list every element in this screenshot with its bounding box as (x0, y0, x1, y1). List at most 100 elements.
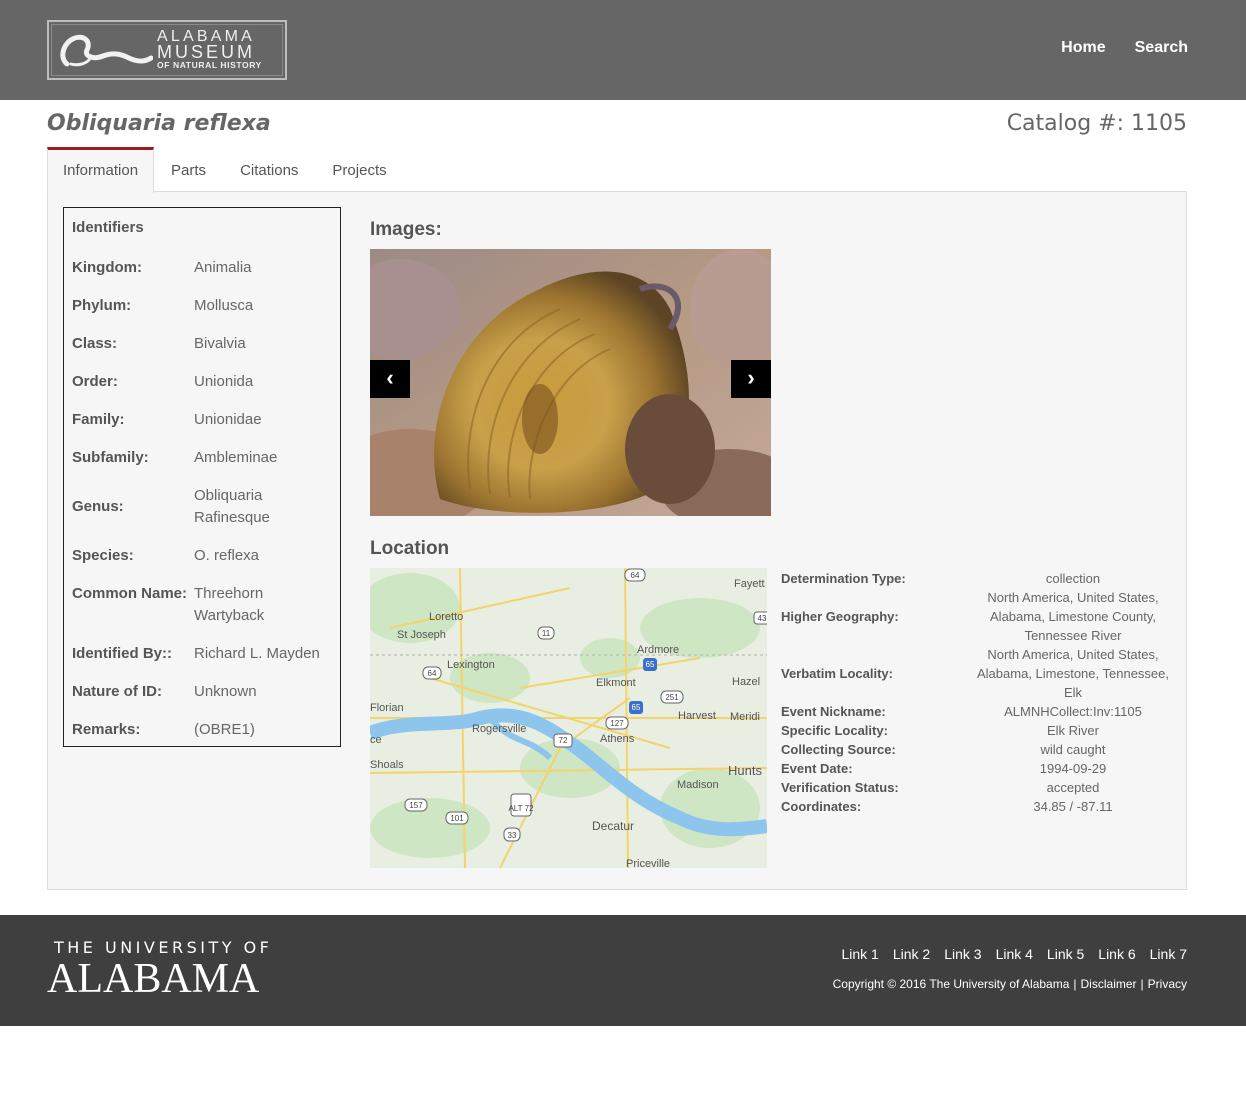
site-footer: THE UNIVERSITY OF ALABAMA Link 1 Link 2 … (0, 915, 1246, 1026)
detail-label: Determination Type: (781, 571, 906, 586)
map-label: Fayett (734, 578, 765, 590)
identifier-value: Bivalvia (194, 335, 246, 352)
images-heading: Images: (370, 219, 442, 240)
privacy-link[interactable]: Privacy (1148, 977, 1187, 991)
tab-projects[interactable]: Projects (315, 147, 403, 192)
map-label: Athens (600, 733, 635, 745)
identifier-label: Kingdom: (72, 259, 142, 276)
footer-links: Link 1 Link 2 Link 3 Link 4 Link 5 Link … (841, 946, 1187, 962)
footer-link-1[interactable]: Link 1 (841, 946, 878, 962)
detail-value: collection (1045, 571, 1101, 586)
route-shield-label: 157 (409, 801, 423, 810)
identifier-value: O. reflexa (194, 547, 260, 564)
mussel-photo (370, 249, 771, 516)
footer-link-3[interactable]: Link 3 (944, 946, 981, 962)
separator: | (1140, 977, 1144, 991)
route-shield-label: 64 (428, 669, 437, 678)
detail-row: Higher Geography: North America, United S… (781, 588, 1177, 645)
tab-bar: Information Parts Citations Projects (47, 147, 404, 193)
tab-parts[interactable]: Parts (154, 147, 223, 192)
detail-value: Elk River (1046, 723, 1099, 738)
footer-link-6[interactable]: Link 6 (1098, 946, 1135, 962)
identifier-row: Phylum: Mollusca (72, 295, 334, 317)
route-shield-label: 127 (610, 719, 624, 728)
museum-logo[interactable]: ALABAMA MUSEUM OF NATURAL HISTORY (47, 20, 287, 80)
tab-information[interactable]: Information (47, 147, 155, 193)
footer-link-4[interactable]: Link 4 (996, 946, 1033, 962)
identifiers-heading: Identifiers (72, 219, 144, 236)
route-shield-icon: 64 (422, 666, 442, 680)
route-shield-label: 101 (450, 814, 464, 823)
detail-row: Coordinates: 34.85 / -87.11 (781, 797, 1177, 816)
detail-row: Verbatim Locality: North America, United … (781, 645, 1177, 702)
map-label: Shoals (370, 759, 404, 771)
nav-home-link[interactable]: Home (1061, 39, 1105, 57)
identifier-value: Animalia (194, 259, 252, 276)
identifier-value: Unionidae (194, 411, 262, 428)
detail-value: North America, United States, Alabama, L… (987, 590, 1159, 643)
footer-link-5[interactable]: Link 5 (1047, 946, 1084, 962)
route-shield-icon: 11 (537, 626, 555, 640)
detail-label: Specific Locality: (781, 723, 888, 738)
catalog-number: Catalog #: 1105 (1006, 111, 1187, 136)
copyright-text: Copyright © 2016 The University of Alaba… (832, 977, 1070, 991)
identifier-label: Phylum: (72, 297, 132, 314)
copyright-line: Copyright © 2016 The University of Alaba… (833, 977, 1187, 991)
map-label: Florian (370, 702, 404, 714)
route-shield-icon: 43 (753, 611, 767, 625)
detail-label: Event Nickname: (781, 704, 886, 719)
identifier-row: Subfamily: Ambleminae (72, 447, 334, 469)
top-nav: Home Search (1061, 39, 1188, 57)
detail-row: Collecting Source: wild caught (781, 740, 1177, 759)
footer-link-7[interactable]: Link 7 (1150, 946, 1187, 962)
route-shield-icon: 65 (643, 658, 657, 671)
detail-row: Specific Locality: Elk River (781, 721, 1177, 740)
route-shield-icon: 127 (605, 716, 629, 730)
detail-label: Higher Geography: (781, 609, 899, 624)
detail-label: Event Date: (781, 761, 853, 776)
route-shield-label: 11 (542, 629, 551, 638)
detail-row: Event Nickname: ALMNHCollect:Inv:1105 (781, 702, 1177, 721)
tab-citations[interactable]: Citations (223, 147, 315, 192)
identifier-value: Threehorn Wartyback (194, 585, 265, 624)
identifier-row: Class: Bivalvia (72, 333, 334, 355)
route-shield-label: ALT 72 (508, 804, 534, 813)
detail-value: accepted (1046, 780, 1100, 795)
identifier-value: (OBRE1) (194, 721, 255, 738)
specimen-photo-carousel: ‹ › (370, 249, 771, 516)
nav-search-link[interactable]: Search (1135, 39, 1188, 57)
identifier-row: Family: Unionidae (72, 409, 334, 431)
carousel-prev-button[interactable]: ‹ (370, 360, 410, 398)
disclaimer-link[interactable]: Disclaimer (1081, 977, 1137, 991)
route-shield-label: 72 (559, 736, 568, 745)
detail-value: wild caught (1040, 742, 1106, 757)
route-shield-label: 65 (646, 660, 655, 669)
map-label: Madison (677, 779, 719, 791)
map-label: Lexington (447, 659, 495, 671)
detail-label: Verbatim Locality: (781, 666, 893, 681)
identifier-label: Nature of ID: (72, 683, 162, 700)
footer-link-2[interactable]: Link 2 (893, 946, 930, 962)
route-shield-icon: ALT 72 (508, 793, 534, 817)
site-header: ALABAMA MUSEUM OF NATURAL HISTORY Home S… (0, 0, 1246, 100)
ua-logo-wordmark[interactable]: ALABAMA (47, 955, 259, 1003)
detail-value: North America, United States, Alabama, L… (977, 647, 1169, 700)
detail-label: Collecting Source: (781, 742, 896, 757)
identifier-label: Remarks: (72, 721, 141, 738)
identifier-row: Remarks: (OBRE1) (72, 719, 334, 741)
identifier-value: Mollusca (194, 297, 254, 314)
carousel-next-button[interactable]: › (731, 360, 771, 398)
identifier-label: Species: (72, 547, 134, 564)
identifier-label: Class: (72, 335, 118, 352)
location-map[interactable]: Fayett Loretto St Joseph Ardmore Lexingt… (370, 568, 767, 868)
identifier-row: Identified By:: Richard L. Mayden (72, 643, 334, 665)
logo-text-natural-history: OF NATURAL HISTORY (157, 60, 262, 70)
route-shield-label: 65 (632, 703, 641, 712)
identifier-row: Order: Unionida (72, 371, 334, 393)
identifier-label: Genus: (72, 498, 124, 515)
detail-label: Verification Status: (781, 780, 899, 795)
detail-value: ALMNHCollect:Inv:1105 (1004, 704, 1142, 719)
route-shield-icon: 251 (660, 690, 684, 704)
map-label: Harvest (678, 710, 716, 722)
map-label: Priceville (626, 858, 670, 868)
